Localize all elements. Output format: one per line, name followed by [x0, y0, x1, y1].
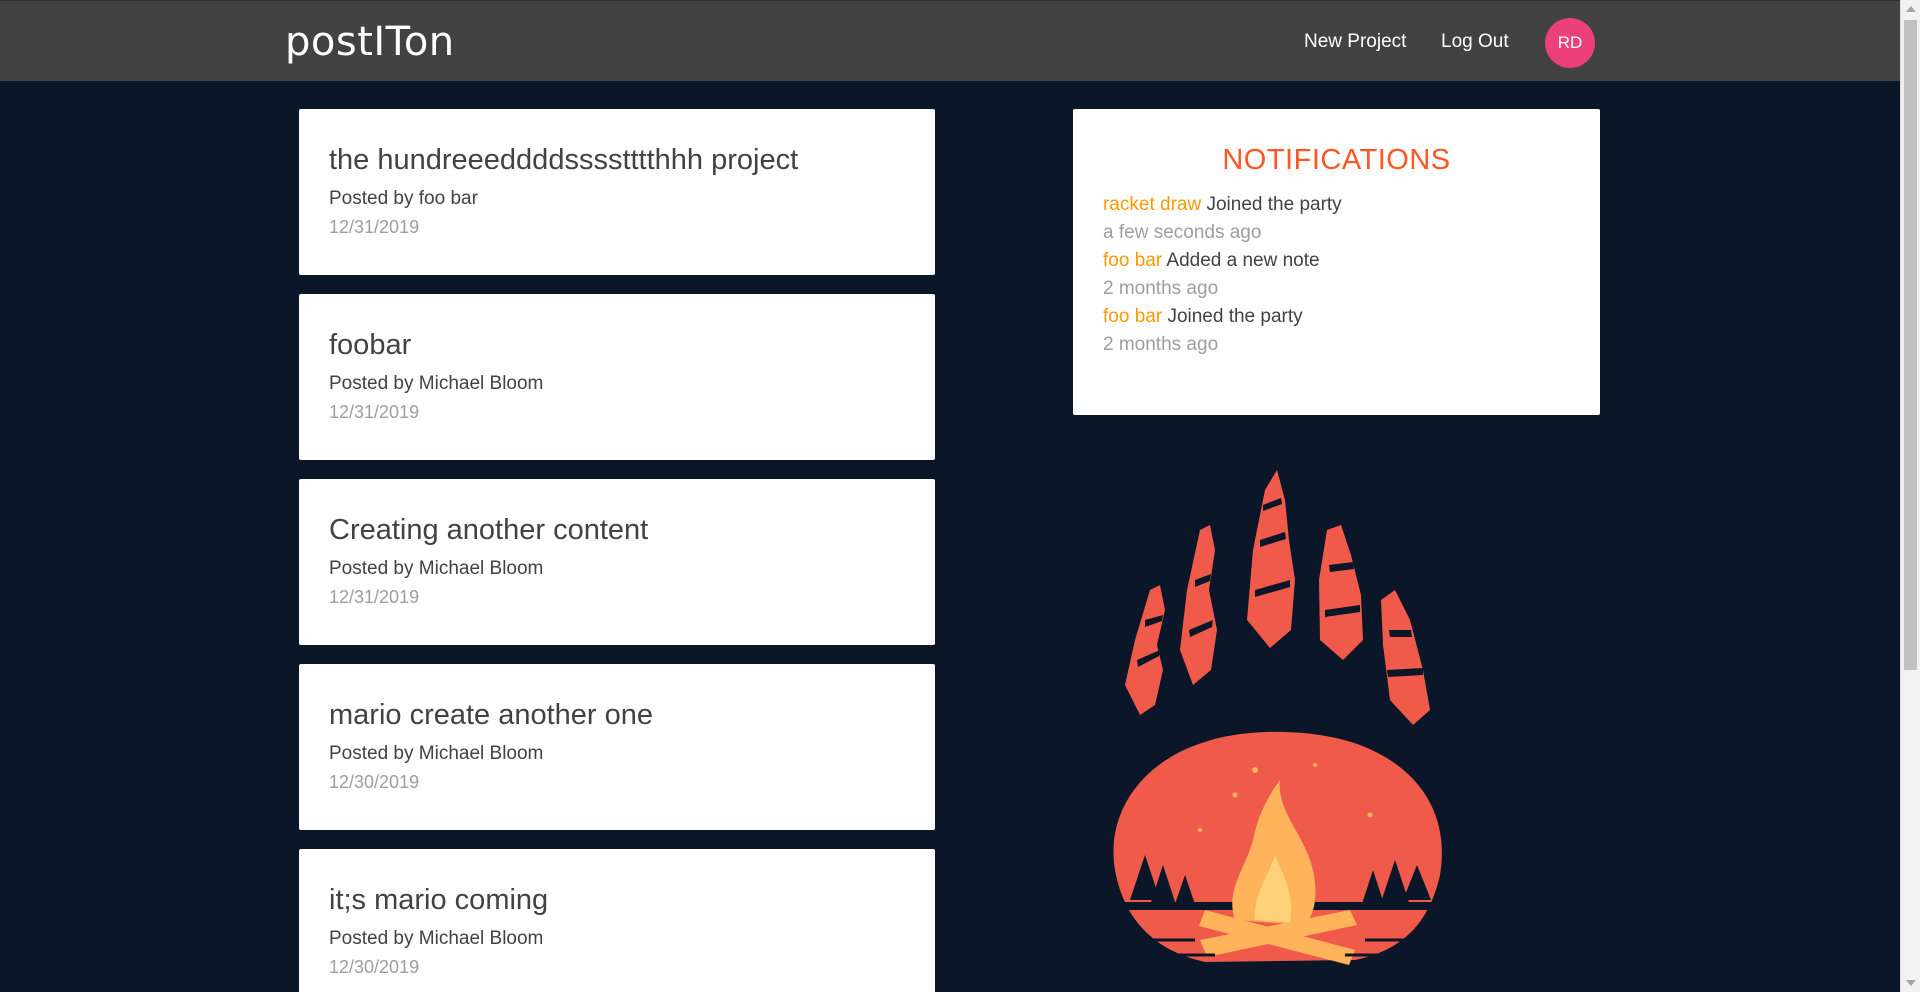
project-card[interactable]: Creating another content Posted by Micha… [299, 479, 935, 645]
notification-user: foo bar [1103, 250, 1163, 271]
project-author: Posted by Michael Bloom [329, 373, 544, 394]
notification-item: racket draw Joined the party a few secon… [1103, 191, 1570, 247]
project-title: it;s mario coming [329, 884, 549, 916]
project-author: Posted by foo bar [329, 188, 478, 209]
project-date: 12/30/2019 [329, 772, 420, 792]
project-title: mario create another one [329, 699, 654, 731]
logout-link[interactable]: Log Out [1441, 30, 1509, 54]
navbar: postITon New Project Log Out RD [0, 0, 1900, 81]
notification-time: a few seconds ago [1103, 222, 1262, 243]
notification-line: racket draw Joined the party [1103, 191, 1570, 219]
notification-action: Joined the party [1167, 306, 1303, 327]
notifications-panel: NOTIFICATIONS racket draw Joined the par… [1073, 109, 1600, 415]
notification-user: racket draw [1103, 194, 1202, 215]
page-scrollbar[interactable] [1900, 0, 1920, 992]
project-author: Posted by Michael Bloom [329, 743, 544, 764]
project-list: the hundreeeddddsssstttthhh project Post… [299, 109, 935, 992]
new-project-link[interactable]: New Project [1304, 30, 1406, 54]
project-title: the hundreeeddddsssstttthhh project [329, 144, 799, 176]
project-card[interactable]: it;s mario coming Posted by Michael Bloo… [299, 849, 935, 992]
bear-paw-campfire-icon [1113, 470, 1442, 965]
notification-line: foo bar Joined the party [1103, 303, 1570, 331]
project-date: 12/31/2019 [329, 217, 420, 237]
project-date: 12/31/2019 [329, 587, 420, 607]
project-date: 12/30/2019 [329, 957, 420, 977]
project-card[interactable]: mario create another one Posted by Micha… [299, 664, 935, 830]
notification-user: foo bar [1103, 306, 1163, 327]
project-author: Posted by Michael Bloom [329, 558, 544, 579]
scroll-down-icon[interactable] [1906, 980, 1916, 986]
project-date: 12/31/2019 [329, 402, 420, 422]
notification-item: foo bar Joined the party 2 months ago [1103, 303, 1570, 359]
project-title: foobar [329, 329, 412, 361]
notification-item: foo bar Added a new note 2 months ago [1103, 247, 1570, 303]
scroll-up-icon[interactable] [1906, 6, 1916, 12]
avatar[interactable]: RD [1545, 18, 1595, 68]
project-card[interactable]: foobar Posted by Michael Bloom 12/31/201… [299, 294, 935, 460]
app-page: postITon New Project Log Out RD the hund… [0, 0, 1920, 992]
notification-action: Joined the party [1206, 194, 1342, 215]
project-title: Creating another content [329, 514, 649, 546]
project-card[interactable]: the hundreeeddddsssstttthhh project Post… [299, 109, 935, 275]
scroll-thumb[interactable] [1904, 20, 1917, 670]
notification-time: 2 months ago [1103, 334, 1219, 355]
brand-logo[interactable]: postITon [285, 18, 455, 66]
project-author: Posted by Michael Bloom [329, 928, 544, 949]
notification-time: 2 months ago [1103, 278, 1219, 299]
notification-line: foo bar Added a new note [1103, 247, 1570, 275]
notification-action: Added a new note [1166, 250, 1320, 271]
notifications-title: NOTIFICATIONS [1222, 144, 1451, 176]
